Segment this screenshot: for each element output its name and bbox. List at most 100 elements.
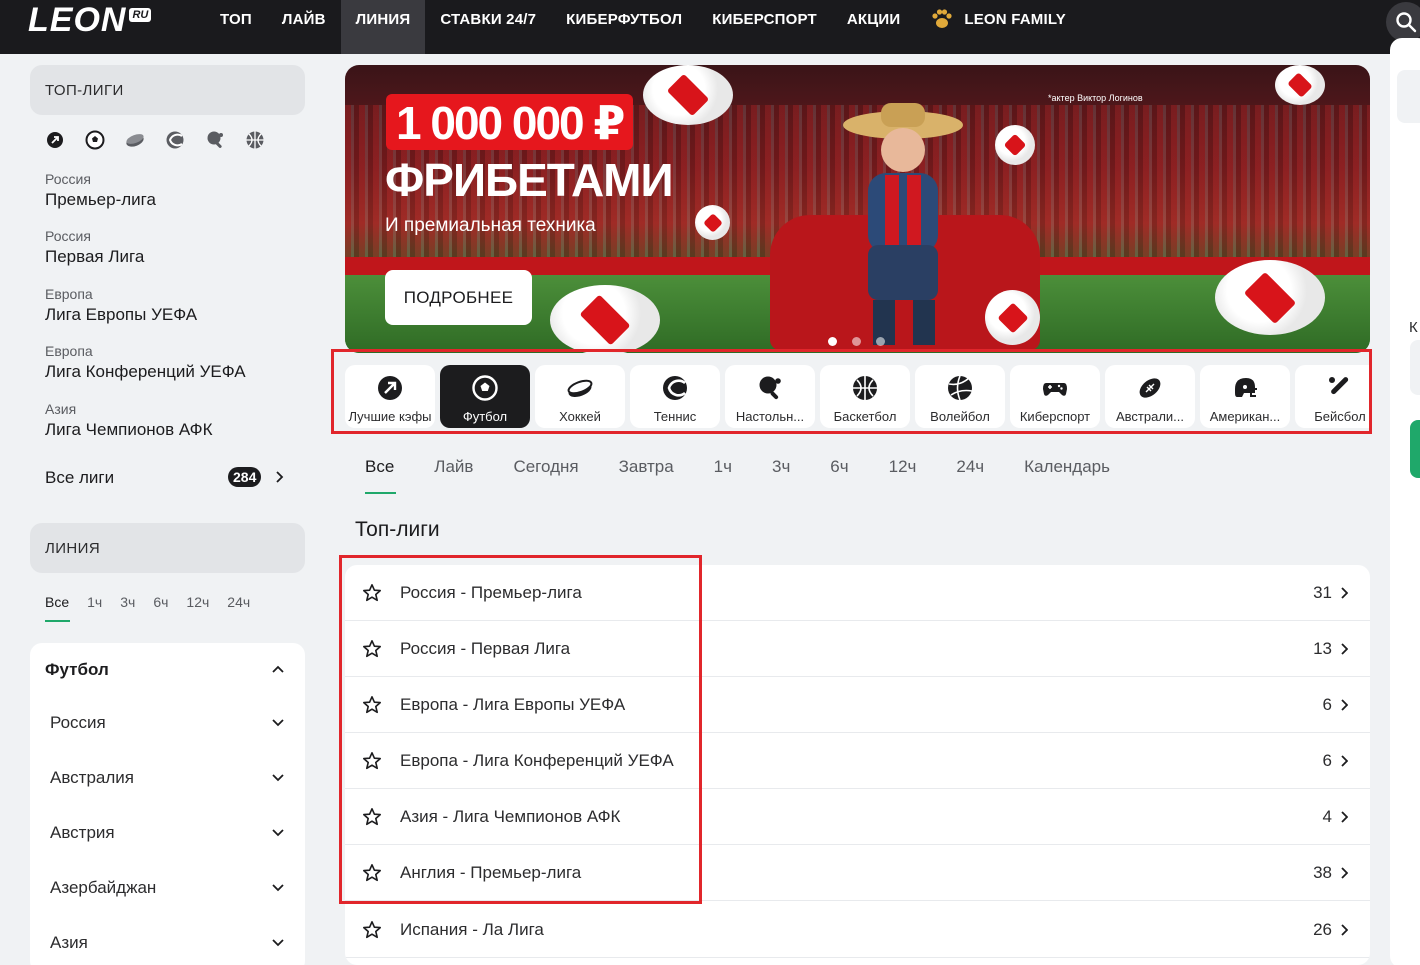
football-icon[interactable] (85, 130, 105, 150)
chevron-down-icon[interactable] (272, 829, 284, 837)
right-rail-green-button[interactable] (1410, 420, 1420, 478)
chevron-right-icon (1341, 643, 1348, 655)
league-name: Лига Конференций УЕФА (45, 362, 246, 381)
tree-item-country[interactable]: Австралия (50, 768, 134, 788)
hockey-icon[interactable] (125, 130, 145, 150)
chevron-down-icon[interactable] (272, 719, 284, 727)
main-nav: ТОП ЛАЙВ ЛИНИЯ СТАВКИ 24/7 КИБЕРФУТБОЛ К… (205, 0, 1081, 54)
chevron-up-icon[interactable] (272, 665, 284, 673)
nav-leon-family-label: LEON FAMILY (964, 11, 1067, 28)
sidebar-league[interactable]: Европа Лига Конференций УЕФА (45, 343, 246, 382)
banner-dot[interactable] (828, 337, 837, 346)
banner-dot[interactable] (852, 337, 861, 346)
chevron-right-icon (1341, 924, 1348, 936)
right-rail-label: К (1409, 319, 1418, 336)
banner-ball-decoration (1275, 65, 1325, 105)
filter-tab-all[interactable]: Все (365, 457, 394, 477)
chevron-right-icon (1341, 587, 1348, 599)
filter-tab-3h[interactable]: 3ч (772, 457, 790, 477)
actor-note: *актер Виктор Логинов (1048, 93, 1143, 103)
league-row-count: 13 (1313, 639, 1332, 658)
chevron-right-icon (1341, 755, 1348, 767)
chevron-down-icon[interactable] (272, 884, 284, 892)
promo-banner[interactable]: 1 000 000 ₽ ФРИБЕТАМИ И премиальная техн… (345, 65, 1370, 353)
sidebar-league[interactable]: Россия Премьер-лига (45, 171, 156, 210)
chevron-down-icon[interactable] (272, 939, 284, 947)
banner-ball-decoration (643, 65, 733, 125)
sidebar-league[interactable]: Россия Первая Лига (45, 228, 144, 267)
filter-tab-live[interactable]: Лайв (434, 457, 473, 477)
filter-tab-calendar[interactable]: Календарь (1024, 457, 1110, 477)
filter-tab-today[interactable]: Сегодня (513, 457, 578, 477)
nav-live[interactable]: ЛАЙВ (267, 0, 341, 54)
banner-actor-illustration (843, 103, 963, 345)
time-filter-1h[interactable]: 1ч (87, 594, 102, 610)
league-row-count: 31 (1313, 583, 1332, 602)
time-filter-3h[interactable]: 3ч (120, 594, 135, 610)
sidebar-time-filters: Все 1ч 3ч 6ч 12ч 24ч (45, 594, 268, 610)
nav-promotions[interactable]: АКЦИИ (832, 0, 916, 54)
basketball-icon[interactable] (245, 130, 265, 150)
tree-item-country[interactable]: Азербайджан (50, 878, 156, 898)
league-row-count: 6 (1322, 751, 1332, 770)
filter-tab-6h[interactable]: 6ч (830, 457, 848, 477)
time-filter-12h[interactable]: 12ч (186, 594, 209, 610)
search-icon (1396, 12, 1417, 33)
sidebar-league[interactable]: Азия Лига Чемпионов АФК (45, 401, 213, 440)
filter-tab-12h[interactable]: 12ч (889, 457, 917, 477)
table-tennis-icon[interactable] (205, 130, 225, 150)
banner-ball-decoration (985, 290, 1040, 345)
chevron-down-icon[interactable] (272, 774, 284, 782)
time-filter-24h[interactable]: 24ч (227, 594, 250, 610)
nav-esports[interactable]: КИБЕРСПОРТ (697, 0, 832, 54)
top-header: LEON RU ТОП ЛАЙВ ЛИНИЯ СТАВКИ 24/7 КИБЕР… (0, 0, 1420, 54)
all-leagues-count-badge: 284 (228, 467, 262, 487)
highlight-box-league-list (339, 555, 702, 904)
league-name: Премьер-лига (45, 190, 156, 209)
league-row-count: 4 (1322, 807, 1332, 826)
tree-item-country[interactable]: Азия (50, 933, 88, 953)
time-filter-6h[interactable]: 6ч (153, 594, 168, 610)
nav-leon-family[interactable]: LEON FAMILY (915, 0, 1081, 54)
search-button[interactable] (1386, 2, 1420, 42)
league-row-name: Испания - Ла Лига (400, 920, 544, 939)
right-rail-card (1390, 38, 1420, 965)
tree-item-country[interactable]: Россия (50, 713, 106, 733)
tree-sport-title[interactable]: Футбол (45, 660, 109, 680)
section-title: Топ-лиги (355, 518, 440, 541)
star-icon[interactable] (362, 920, 382, 940)
league-row-count: 38 (1313, 863, 1332, 882)
promo-amount: 1 000 000 ₽ (386, 94, 634, 150)
leon-logo[interactable]: LEON RU (28, 1, 152, 39)
logo-text: LEON (28, 1, 127, 39)
all-leagues-link[interactable]: Все лиги 284 (45, 467, 290, 489)
sidebar-league[interactable]: Европа Лига Европы УЕФА (45, 286, 197, 325)
nav-line[interactable]: ЛИНИЯ (340, 0, 426, 54)
promo-details-button[interactable]: ПОДРОБНЕЕ (385, 270, 532, 325)
banner-dot[interactable] (876, 337, 885, 346)
highlight-box-sport-tabs (331, 349, 1372, 434)
league-country: Россия (45, 171, 91, 187)
filter-tab-1h[interactable]: 1ч (714, 457, 732, 477)
time-filter-all[interactable]: Все (45, 594, 69, 610)
banner-ball-decoration (550, 285, 660, 353)
nav-bets-247[interactable]: СТАВКИ 24/7 (425, 0, 551, 54)
arrow-icon[interactable] (45, 130, 65, 150)
league-country: Европа (45, 286, 93, 302)
league-name: Первая Лига (45, 247, 145, 266)
nav-top[interactable]: ТОП (205, 0, 267, 54)
filter-tab-tomorrow[interactable]: Завтра (619, 457, 674, 477)
banner-pagination (828, 337, 885, 346)
banner-ball-decoration (1215, 260, 1325, 335)
time-filter-active-indicator (45, 620, 70, 622)
chevron-right-icon (1341, 811, 1348, 823)
filter-tab-24h[interactable]: 24ч (956, 457, 984, 477)
league-row[interactable]: Испания - Ла Лига 26 (345, 902, 1370, 958)
right-rail-input[interactable] (1410, 340, 1420, 395)
all-leagues-label: Все лиги (45, 468, 115, 487)
nav-cyberfootball[interactable]: КИБЕРФУТБОЛ (551, 0, 697, 54)
promo-subtitle: И премиальная техника (385, 215, 596, 236)
tree-item-country[interactable]: Австрия (50, 823, 115, 843)
right-rail-block[interactable] (1397, 70, 1420, 123)
tennis-icon[interactable] (165, 130, 185, 150)
